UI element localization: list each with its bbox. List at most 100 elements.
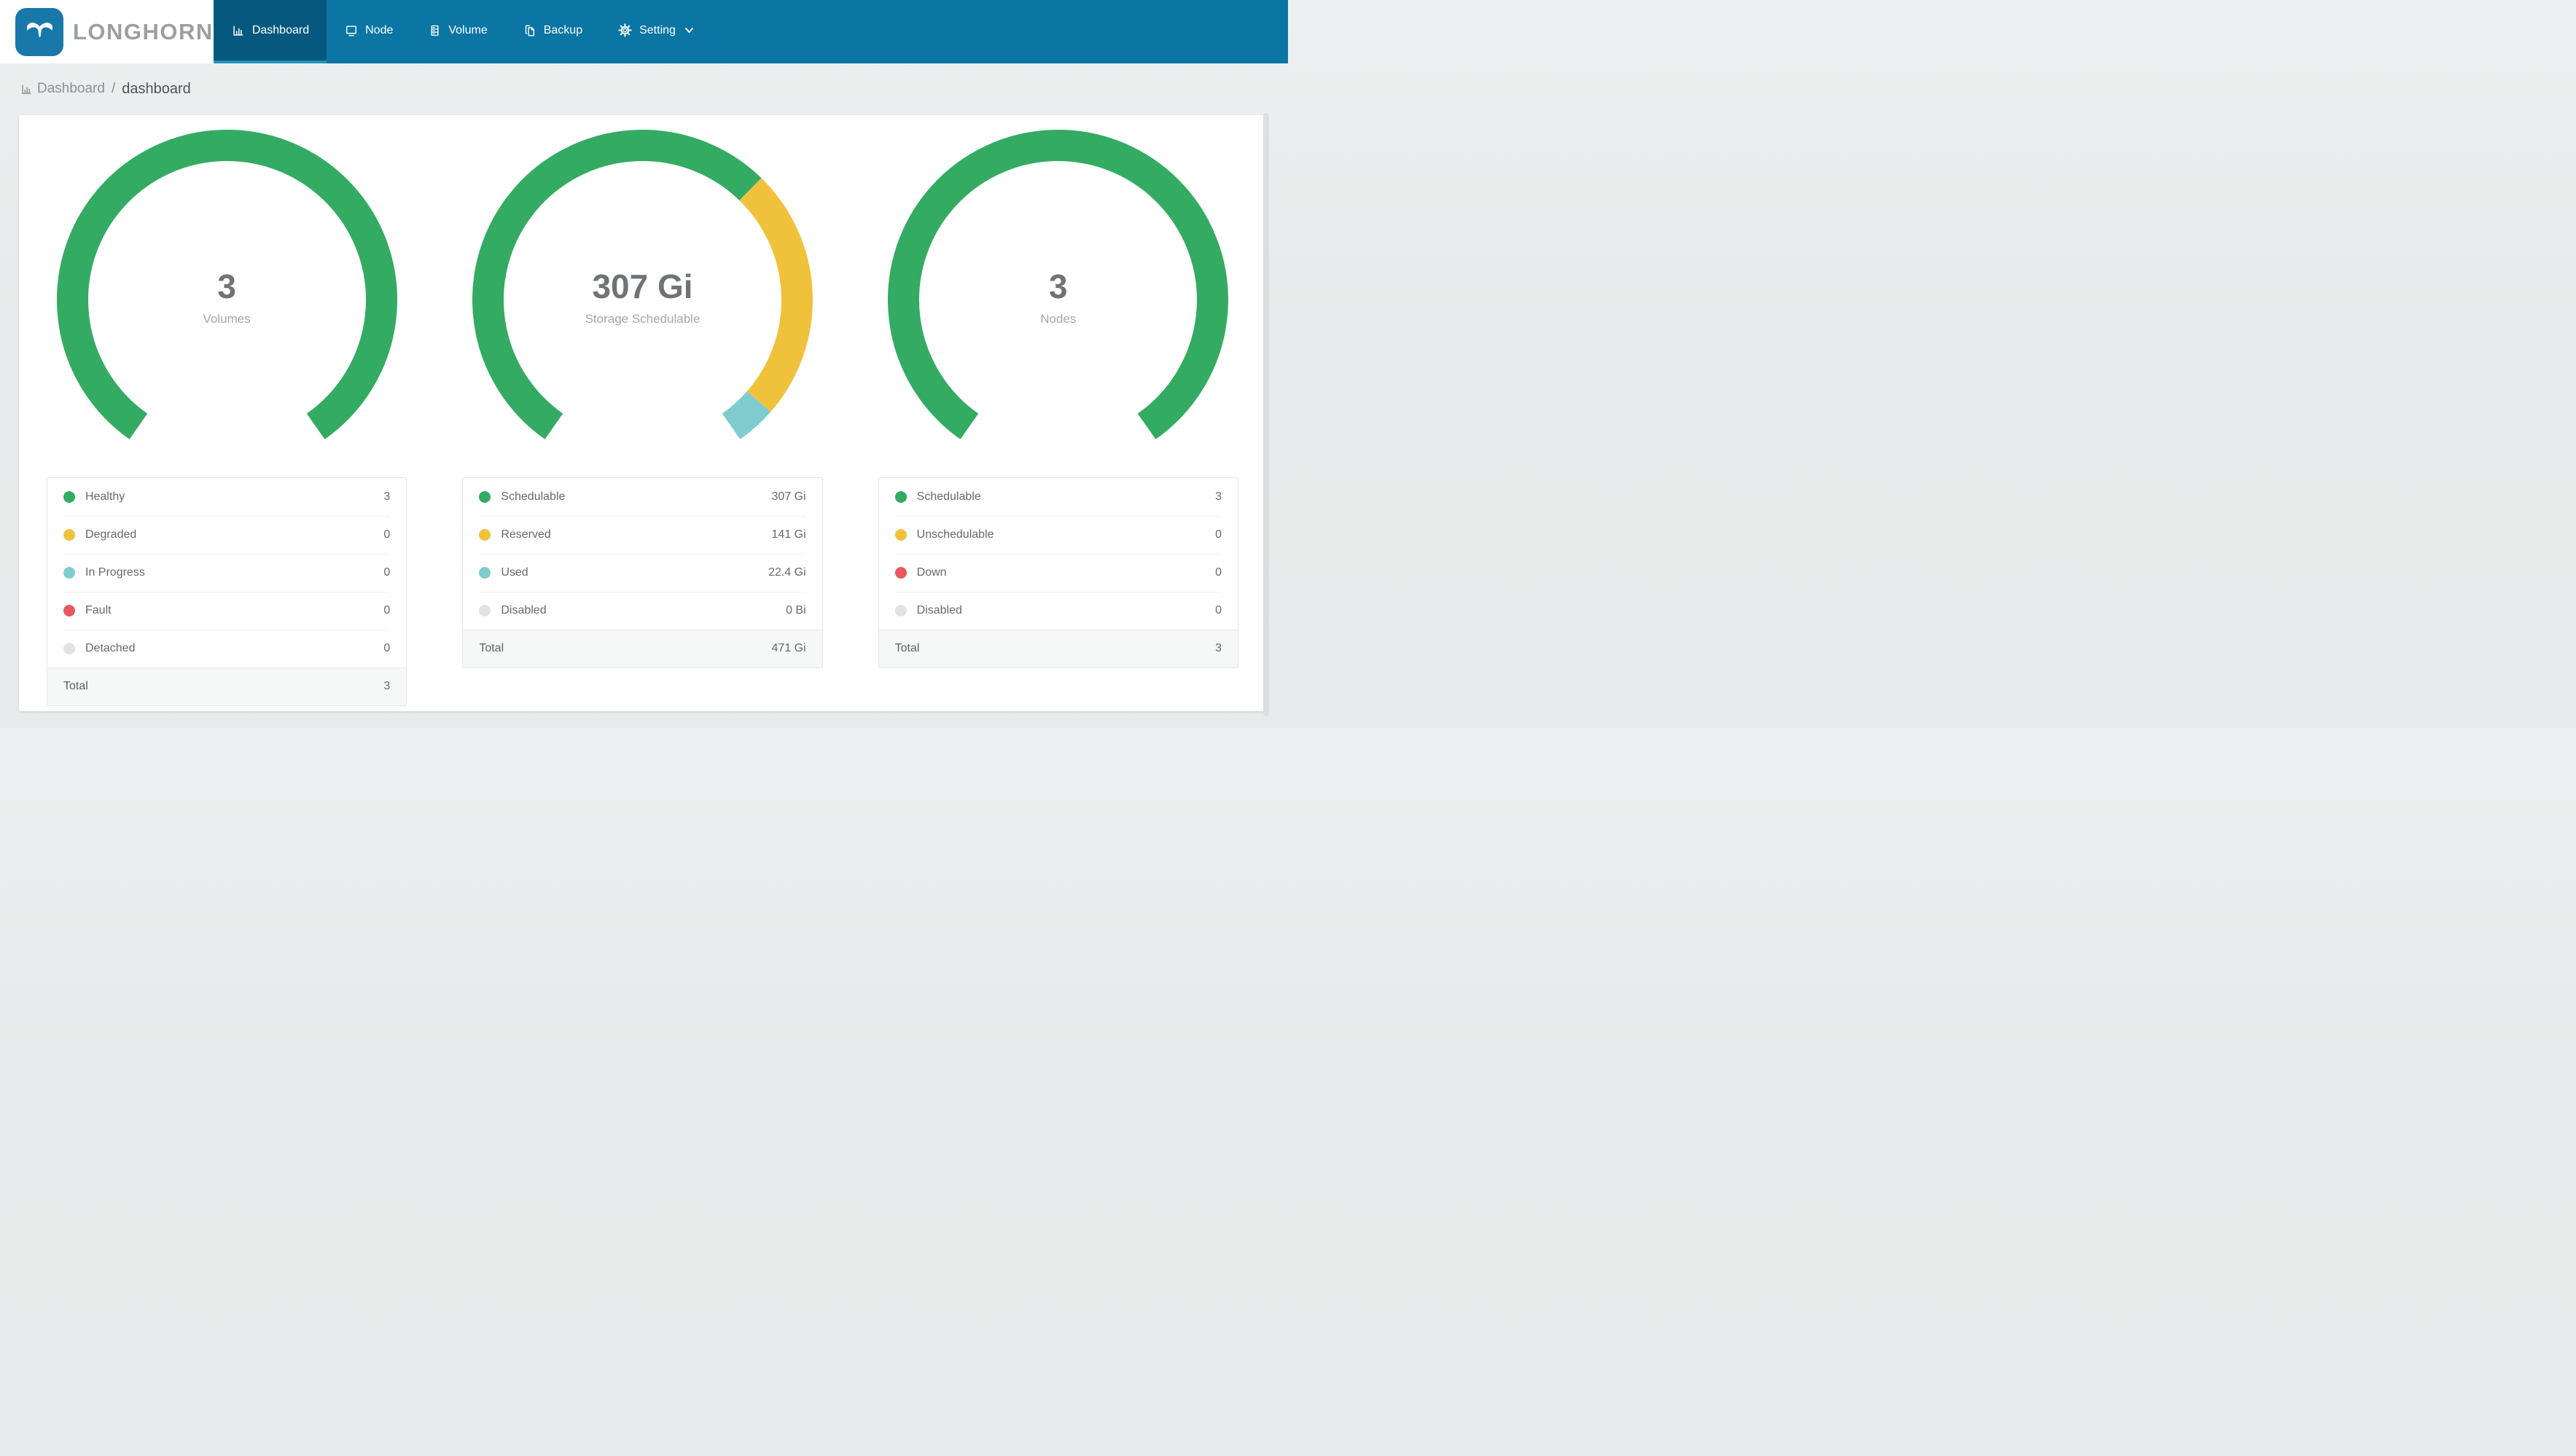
longhorn-logo-mark <box>15 7 63 56</box>
legend-total-row: Total 3 <box>47 668 407 705</box>
legend-value: 0 Bi <box>786 604 806 617</box>
legend-label: Reserved <box>501 528 551 541</box>
volume-icon <box>431 25 439 36</box>
legend-row-unschedulable: Unschedulable 0 <box>879 516 1238 554</box>
legend-row-healthy: Healthy 3 <box>47 478 406 516</box>
legend-value: 0 <box>1215 604 1222 617</box>
bull-icon <box>26 23 52 38</box>
legend-label: Total <box>63 680 88 692</box>
legend-total-row: Total 3 <box>878 630 1238 668</box>
legend-value: 0 <box>1215 528 1222 541</box>
degraded-dot <box>63 529 75 541</box>
legend-row-degraded: Degraded 0 <box>47 516 406 554</box>
logo[interactable]: LONGHORN <box>0 0 214 63</box>
in-progress-dot <box>63 567 75 579</box>
legend-value: 0 <box>383 566 391 579</box>
storage-gauge: 307 Gi Storage Schedulable <box>472 130 813 454</box>
legend-label: Disabled <box>916 604 962 617</box>
nodes-legend-table: Schedulable 3 Unschedulable 0 Down 0 Disabled 0… <box>878 477 1238 668</box>
nav-label: Volume <box>448 23 488 36</box>
volumes-gauge: 3 Volumes <box>56 130 397 454</box>
legend-label: Healthy <box>85 490 125 503</box>
legend-label: Used <box>501 566 528 579</box>
legend-value: 0 <box>1215 566 1222 579</box>
chart-icon <box>22 85 31 94</box>
legend-label: Unschedulable <box>916 528 994 541</box>
gauge-segment-used <box>722 391 771 439</box>
legend-row-reserved: Reserved 141 Gi <box>463 516 821 554</box>
legend-row-fault: Fault 0 <box>47 592 406 630</box>
nav-item-setting[interactable]: Setting <box>600 0 711 63</box>
legend-value: 3 <box>1215 642 1222 654</box>
legend-label: Schedulable <box>501 490 566 503</box>
scrollbar-thumb[interactable] <box>1263 113 1269 716</box>
disabled-dot <box>479 605 491 617</box>
healthy-dot <box>63 491 75 503</box>
breadcrumb-page: dashboard <box>122 80 191 97</box>
storage-donut-chart <box>472 130 813 439</box>
top-navbar: LONGHORN Dashboard Node Volume Backup Se… <box>0 0 1288 63</box>
dashboard-icon <box>233 26 243 36</box>
legend-label: Schedulable <box>916 490 981 503</box>
legend-row-used: Used 22.4 Gi <box>463 554 821 592</box>
legend-label: In Progress <box>85 566 145 579</box>
reserved-dot <box>479 529 491 541</box>
node-icon <box>346 25 357 36</box>
legend-value: 0 <box>383 604 391 617</box>
legend-value: 0 <box>383 528 391 541</box>
nav-item-backup[interactable]: Backup <box>505 0 600 63</box>
legend-label: Total <box>894 642 920 654</box>
legend-row-down: Down 0 <box>879 554 1238 592</box>
gauge-segment-healthy <box>56 130 397 439</box>
nodes-donut-chart <box>888 130 1229 439</box>
gauge-segment-reserved <box>739 178 813 412</box>
dashboard-card: 3 Volumes Healthy 3 Degraded 0 In Progress 0 F… <box>19 115 1266 711</box>
legend-row-disabled: Disabled 0 Bi <box>463 592 821 630</box>
nav-label: Node <box>365 23 394 36</box>
legend-value: 0 <box>383 642 391 654</box>
legend-value: 141 Gi <box>771 528 806 541</box>
nav-item-volume[interactable]: Volume <box>410 0 504 63</box>
legend-label: Total <box>479 642 504 654</box>
fault-dot <box>63 605 75 617</box>
main-nav: Dashboard Node Volume Backup Setting <box>213 0 1288 63</box>
nav-label: Setting <box>639 23 676 36</box>
volumes-panel: 3 Volumes Healthy 3 Degraded 0 In Progress 0 F… <box>19 130 434 711</box>
chevron-down-icon <box>684 27 694 34</box>
legend-label: Degraded <box>85 528 137 541</box>
legend-label: Detached <box>85 642 136 654</box>
legend-value: 3 <box>383 680 391 692</box>
legend-row-detached: Detached 0 <box>47 630 406 668</box>
volumes-donut-chart <box>56 130 397 439</box>
legend-row-schedulable: Schedulable 3 <box>879 478 1238 516</box>
legend-label: Down <box>916 566 947 579</box>
down-dot <box>894 567 907 579</box>
volumes-legend-table: Healthy 3 Degraded 0 In Progress 0 Fault 0 Detac… <box>47 477 407 706</box>
legend-label: Disabled <box>501 604 547 617</box>
breadcrumb-section[interactable]: Dashboard <box>37 81 105 97</box>
legend-row-disabled: Disabled 0 <box>879 592 1238 630</box>
brand-name: LONGHORN <box>73 18 214 44</box>
legend-total-row: Total 471 Gi <box>463 630 822 668</box>
legend-label: Fault <box>85 604 112 617</box>
gear-icon <box>618 23 632 37</box>
legend-value: 22.4 Gi <box>768 566 806 579</box>
detached-dot <box>63 643 75 654</box>
backup-icon <box>525 25 534 36</box>
gauge-segment-schedulable <box>472 130 762 439</box>
legend-value: 3 <box>383 490 391 503</box>
unschedulable-dot <box>894 529 907 541</box>
legend-value: 3 <box>1215 490 1222 503</box>
schedulable-dot <box>894 491 907 503</box>
breadcrumb: Dashboard / dashboard <box>0 63 1288 98</box>
nav-item-node[interactable]: Node <box>327 0 410 63</box>
storage-legend-table: Schedulable 307 Gi Reserved 141 Gi Used 22.4 … <box>462 477 823 668</box>
gauge-segment-schedulable <box>888 130 1229 439</box>
schedulable-dot <box>479 491 491 503</box>
used-dot <box>479 567 491 579</box>
nav-item-dashboard[interactable]: Dashboard <box>213 0 327 63</box>
storage-panel: 307 Gi Storage Schedulable Schedulable 30… <box>434 130 850 711</box>
legend-value: 307 Gi <box>771 490 806 503</box>
breadcrumb-separator: / <box>111 81 116 96</box>
legend-row-schedulable: Schedulable 307 Gi <box>463 478 821 516</box>
